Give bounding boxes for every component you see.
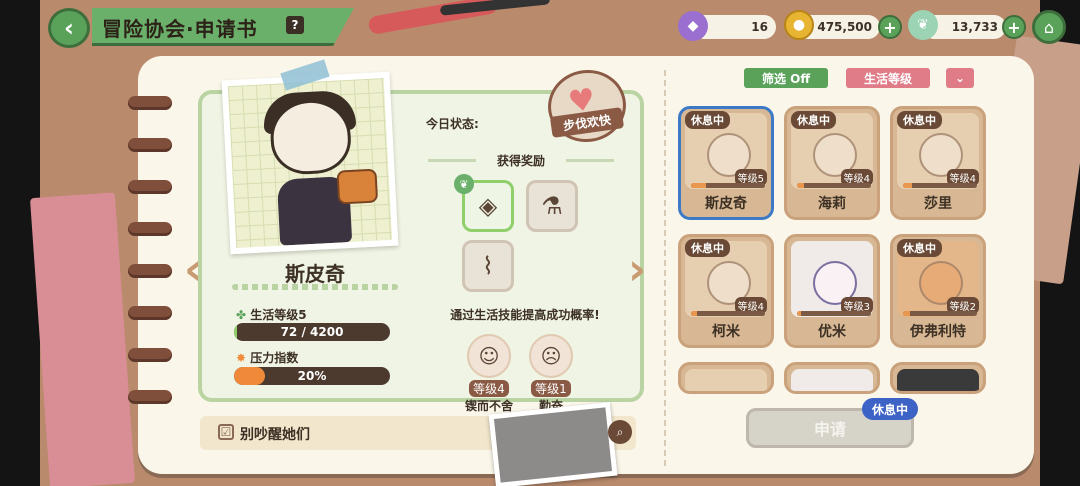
leaf-badge-icon: ❦ xyxy=(454,174,474,194)
reward-bottle[interactable]: ⚗ xyxy=(526,180,578,232)
today-status-label: 今日状态: xyxy=(426,117,479,131)
dont-wake-checkbox[interactable]: ☑ xyxy=(218,424,234,440)
character-card[interactable]: 休息中 等级5 斯皮奇 xyxy=(678,106,774,220)
skill-avatar-icon: ☹ xyxy=(529,334,573,378)
character-card[interactable]: 休息中 等级4 柯米 xyxy=(678,234,774,348)
apply-status-badge: 休息中 xyxy=(862,398,919,420)
add-coin-button[interactable]: + xyxy=(878,15,902,39)
rest-badge: 休息中 xyxy=(685,111,730,129)
exp-text: 72 / 4200 xyxy=(280,325,344,339)
life-level-label: ✤ 生活等级5 xyxy=(236,308,307,322)
polaroid-photo xyxy=(488,401,618,486)
binder-ring xyxy=(128,264,172,278)
help-icon[interactable]: ? xyxy=(286,16,304,34)
coin-icon: ● xyxy=(784,10,814,40)
binder-ring xyxy=(128,348,172,362)
character-card-name: 优米 xyxy=(818,324,846,340)
name-underline xyxy=(232,284,398,290)
success-tip: 通过生活技能提高成功概率! xyxy=(450,308,600,322)
exp-bar: 72 / 4200 xyxy=(234,323,390,341)
character-card-partial[interactable] xyxy=(784,362,880,394)
reward-tube[interactable]: ⌇ xyxy=(462,240,514,292)
character-card[interactable]: 休息中 等级4 莎里 xyxy=(890,106,986,220)
binder-ring xyxy=(128,306,172,320)
binder-ring xyxy=(128,390,172,404)
character-card-name: 海莉 xyxy=(818,196,846,212)
sort-level-button[interactable]: 生活等级 xyxy=(846,68,930,88)
tube-icon: ⌇ xyxy=(482,252,494,280)
bottle-icon: ⚗ xyxy=(541,192,563,220)
skill-avatar-icon: ☺ xyxy=(467,334,511,378)
add-leaf-button[interactable]: + xyxy=(1002,15,1026,39)
crystal-icon: ◈ xyxy=(478,192,498,220)
character-card[interactable]: 休息中 等级2 伊弗利特 xyxy=(890,234,986,348)
binder-ring xyxy=(128,96,172,110)
skill-level: 等级1 xyxy=(531,380,571,397)
character-card-partial[interactable] xyxy=(890,362,986,394)
character-card-partial[interactable] xyxy=(678,362,774,394)
skill-item[interactable]: ☹ 等级1 勤奋 xyxy=(526,334,576,414)
character-card[interactable]: 等级3 优米 xyxy=(784,234,880,348)
character-portrait xyxy=(221,71,399,255)
chevron-left-icon: ‹ xyxy=(64,14,74,42)
leaf-icon: ❦ xyxy=(908,10,938,40)
page-title: 冒险协会·申请书 xyxy=(102,17,258,41)
character-card-name: 斯皮奇 xyxy=(705,196,747,212)
skill-level: 等级4 xyxy=(469,380,509,397)
rest-badge: 休息中 xyxy=(897,239,942,257)
double-chevron-down-icon[interactable]: ⌄ xyxy=(946,68,974,88)
stress-bar: 20% xyxy=(234,367,390,385)
clover-icon: ✤ xyxy=(236,308,247,322)
prev-character-arrow-icon[interactable]: ‹ xyxy=(184,244,202,295)
character-card[interactable]: 休息中 等级4 海莉 xyxy=(784,106,880,220)
reward-title: 获得奖励 xyxy=(428,152,614,169)
magnify-icon[interactable]: ⌕ xyxy=(608,420,632,444)
page-divider xyxy=(664,70,666,466)
character-name: 斯皮奇 xyxy=(285,262,345,286)
skill-item[interactable]: ☺ 等级4 锲而不舍 xyxy=(464,334,514,414)
back-button[interactable]: ‹ xyxy=(48,8,90,48)
character-card-name: 柯米 xyxy=(712,324,740,340)
stress-icon: ✸ xyxy=(236,351,247,365)
next-character-arrow-icon[interactable]: › xyxy=(628,244,646,295)
binder-ring xyxy=(128,180,172,194)
rest-badge: 休息中 xyxy=(685,239,730,257)
skill-name: 锲而不舍 xyxy=(464,399,513,413)
filter-toggle[interactable]: 筛选 Off xyxy=(744,68,828,88)
character-card-name: 莎里 xyxy=(924,196,952,212)
binder-ring xyxy=(128,222,172,236)
gem-icon: ◆ xyxy=(678,11,708,41)
desk-card-decor xyxy=(29,192,136,486)
stress-label: ✸ 压力指数 xyxy=(236,351,299,365)
stress-text: 20% xyxy=(297,369,327,383)
dont-wake-label: 别吵醒她们 xyxy=(240,427,310,443)
home-button[interactable]: ⌂ xyxy=(1032,10,1066,44)
rest-badge: 休息中 xyxy=(897,111,942,129)
home-icon: ⌂ xyxy=(1043,17,1055,37)
rest-badge: 休息中 xyxy=(791,111,836,129)
character-card-name: 伊弗利特 xyxy=(910,324,966,340)
binder-ring xyxy=(128,138,172,152)
